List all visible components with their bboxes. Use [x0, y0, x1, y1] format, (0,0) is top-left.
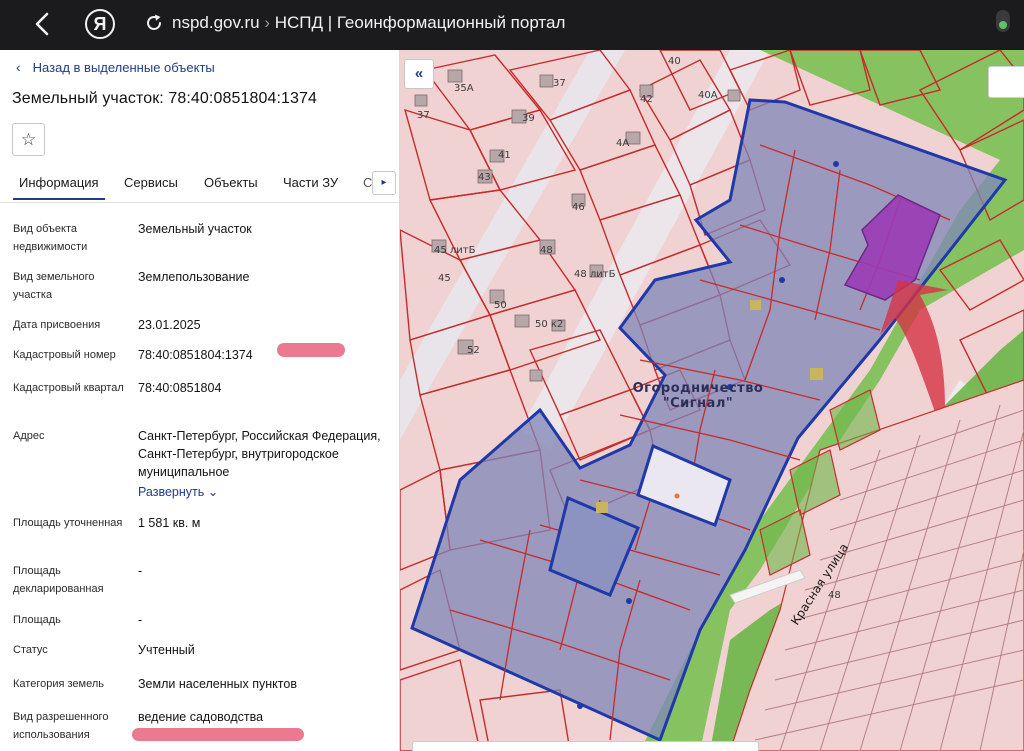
property-label: Категория земель: [13, 678, 104, 690]
property-label: Площадь: [13, 614, 61, 626]
house-number-label: 48 литБ: [574, 269, 616, 280]
property-label: Дата присвоения: [13, 319, 101, 331]
tab-services[interactable]: Сервисы: [124, 175, 178, 190]
area-name-label: Огородничество "Сигнал": [628, 381, 768, 411]
map-bottom-panel[interactable]: [412, 741, 759, 751]
property-label: Кадастровый номер: [13, 349, 116, 361]
object-title: Земельный участок: 78:40:0851804:1374: [12, 90, 318, 107]
address-value: Санкт-Петербург, Российская Федерация, С…: [138, 427, 388, 501]
yandex-logo-icon[interactable]: Я: [85, 9, 115, 39]
property-label: Адрес: [13, 430, 45, 442]
property-value: Земельный участок: [138, 222, 252, 236]
redaction-mark: [132, 728, 304, 741]
property-value: 23.01.2025: [138, 318, 201, 332]
tab-parcel-parts[interactable]: Части ЗУ: [283, 175, 338, 190]
chevron-left-icon: ‹: [16, 59, 21, 75]
property-label: Площадь декларированная: [13, 565, 104, 595]
collapse-panel-button[interactable]: «: [404, 59, 434, 89]
back-link-label: Назад в выделенные объекты: [32, 59, 215, 75]
house-number-label: 48: [828, 590, 841, 601]
house-number-label: 45: [438, 273, 451, 284]
property-value: -: [138, 613, 143, 627]
address-bar[interactable]: nspd.gov.ru › НСПД | Геоинформационный п…: [172, 13, 565, 33]
house-number-label: 52: [467, 345, 480, 356]
permitted-use-value: ведение садоводства: [138, 710, 264, 724]
map-control-button[interactable]: [988, 66, 1024, 98]
info-tabs: Информация Сервисы Объекты Части ЗУ С...…: [0, 165, 399, 203]
cadastral-map[interactable]: 35А 37 37 39 40 40А 41 42 43 4А 46 45 ли…: [400, 50, 1024, 751]
back-arrow-icon[interactable]: [30, 10, 54, 38]
chevron-down-icon: ⌄: [207, 485, 219, 499]
property-label: Вид разрешенного использования: [13, 711, 109, 741]
property-label: Кадастровый квартал: [13, 382, 124, 394]
house-number-label: 37: [553, 78, 566, 89]
property-label: Вид земельного участка: [13, 271, 95, 301]
reload-icon[interactable]: [144, 13, 164, 33]
property-value: 78:40:0851804: [138, 381, 222, 395]
url-domain: nspd.gov.ru: [172, 13, 260, 32]
page-title-text: НСПД | Геоинформационный портал: [274, 13, 566, 32]
back-to-selected-link[interactable]: ‹ Назад в выделенные объекты: [16, 59, 215, 75]
house-number-label: 37: [417, 110, 430, 121]
expand-address-link[interactable]: Развернуть ⌄: [138, 483, 388, 501]
tabs-scroll-right-icon[interactable]: ▸: [372, 171, 396, 195]
url-separator: ›: [264, 13, 270, 32]
house-number-label: 48: [540, 245, 553, 256]
object-info-panel: ‹ Назад в выделенные объекты Земельный у…: [0, 50, 400, 751]
house-number-label: 39: [522, 113, 535, 124]
property-value: 1 581 кв. м: [138, 516, 201, 530]
address-text: Санкт-Петербург, Российская Федерация, С…: [138, 429, 381, 479]
house-number-label: 50: [494, 300, 507, 311]
tabs-indicator-icon[interactable]: [996, 10, 1010, 32]
favorite-star-button[interactable]: ☆: [12, 123, 45, 156]
property-label: Вид объекта недвижимости: [13, 223, 88, 253]
house-number-label: 50 к2: [535, 319, 564, 330]
property-value: Земли населенных пунктов: [138, 677, 297, 691]
house-number-label: 42: [640, 94, 653, 105]
property-label: Статус: [13, 644, 48, 656]
area-name-line1: Огородничество: [632, 381, 764, 396]
redaction-mark: [277, 343, 345, 357]
property-value: Учтенный: [138, 643, 195, 657]
expand-label: Развернуть: [138, 485, 205, 499]
house-number-label: 4А: [616, 138, 630, 149]
house-number-label: 40А: [698, 90, 718, 101]
house-number-label: 45 литБ: [434, 245, 476, 256]
cadastral-number-value: 78:40:0851804:1374: [138, 348, 253, 362]
area-name-line2: "Сигнал": [662, 396, 734, 411]
house-number-label: 41: [498, 150, 511, 161]
house-number-label: 35А: [454, 83, 474, 94]
property-value: -: [138, 564, 143, 578]
house-number-label: 46: [572, 202, 585, 213]
tab-information[interactable]: Информация: [13, 175, 105, 200]
property-value: Землепользование: [138, 270, 250, 284]
browser-toolbar: Я nspd.gov.ru › НСПД | Геоинформационный…: [0, 0, 1024, 50]
tab-objects[interactable]: Объекты: [204, 175, 258, 190]
property-label: Площадь уточненная: [13, 517, 123, 529]
house-number-label: 40: [668, 56, 681, 67]
house-number-label: 43: [478, 172, 491, 183]
